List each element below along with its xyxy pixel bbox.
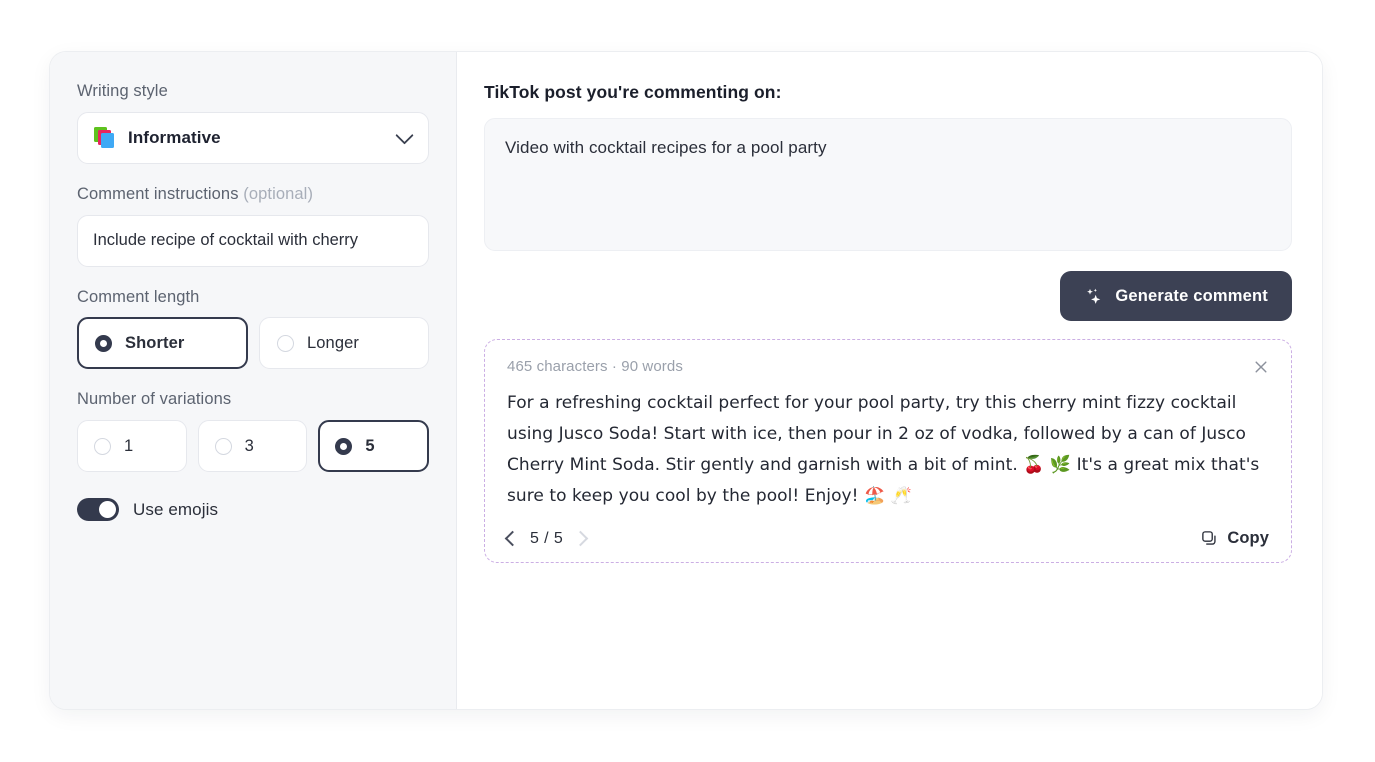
variations-label: Number of variations [77,390,232,409]
use-emojis-toggle[interactable] [77,498,119,522]
post-input[interactable]: Video with cocktail recipes for a pool p… [484,118,1292,251]
copy-button-label: Copy [1227,529,1269,547]
books-icon [94,126,116,149]
generated-comment-text: For a refreshing cocktail perfect for yo… [507,393,1260,506]
writing-style-label: Writing style [77,82,168,100]
copy-button[interactable]: Copy [1201,529,1269,548]
comment-instructions-label-text: Comment instructions [77,184,239,203]
generate-comment-button[interactable]: Generate comment [1060,271,1292,321]
main-panel: TikTok post you're commenting on: Video … [457,52,1322,709]
radio-unselected-icon [277,334,294,352]
radio-selected-icon [335,437,353,455]
variations-options: 1 3 5 [77,420,430,473]
variations-group: Number of variations 1 3 5 [77,390,430,473]
radio-unselected-icon [94,437,111,455]
page-root: Writing style Informative Comment instru… [0,0,1375,762]
variation-pager: 5 / 5 [504,529,589,548]
variations-option-5[interactable]: 5 [318,420,430,473]
comment-instructions-label: Comment instructions (optional) [77,185,429,205]
comment-generator-card: Writing style Informative Comment instru… [50,52,1322,709]
generate-row: Generate comment [484,271,1292,321]
comment-length-option-shorter-label: Shorter [125,333,185,352]
variations-option-1[interactable]: 1 [77,420,187,473]
variations-option-3[interactable]: 3 [197,420,308,473]
generated-comment-header: 465 characters · 90 words [507,358,1269,375]
writing-style-value: Informative [128,127,221,147]
generated-comment-card: 465 characters · 90 words For a refreshi… [484,339,1292,563]
variation-counter: 5 / 5 [530,529,564,547]
comment-instructions-optional: (optional) [238,184,314,203]
generate-comment-button-label: Generate comment [1115,286,1268,305]
use-emojis-label: Use emojis [133,499,219,519]
close-icon[interactable] [1253,359,1269,375]
comment-length-option-shorter[interactable]: Shorter [77,317,248,370]
settings-panel: Writing style Informative Comment instru… [50,52,457,709]
comment-instructions-group: Comment instructions (optional) [77,185,429,267]
writing-style-select[interactable]: Informative [77,111,429,164]
variations-option-3-label: 3 [244,436,254,455]
chevron-left-icon[interactable] [504,530,521,547]
comment-length-label: Comment length [77,287,200,306]
comment-length-options: Shorter Longer [77,317,429,370]
comment-instructions-input[interactable] [77,214,429,267]
comment-length-option-longer-label: Longer [307,333,359,352]
use-emojis-row: Use emojis [77,498,429,522]
radio-unselected-icon [214,437,232,455]
character-word-count: 465 characters · 90 words [507,358,683,375]
writing-style-group: Writing style Informative [77,82,429,164]
radio-selected-icon [95,334,112,352]
variations-option-1-label: 1 [124,436,134,455]
copy-icon [1202,531,1216,545]
generated-comment-footer: 5 / 5 Copy [504,529,1269,548]
chevron-down-icon [395,126,414,145]
chevron-right-icon[interactable] [572,530,589,547]
comment-length-group: Comment length Shorter Longer [77,288,429,370]
comment-length-option-longer[interactable]: Longer [259,317,429,370]
variations-option-5-label: 5 [365,436,375,455]
sparkles-icon [1087,288,1101,304]
toggle-knob [99,501,116,519]
page-title: TikTok post you're commenting on: [484,82,782,102]
